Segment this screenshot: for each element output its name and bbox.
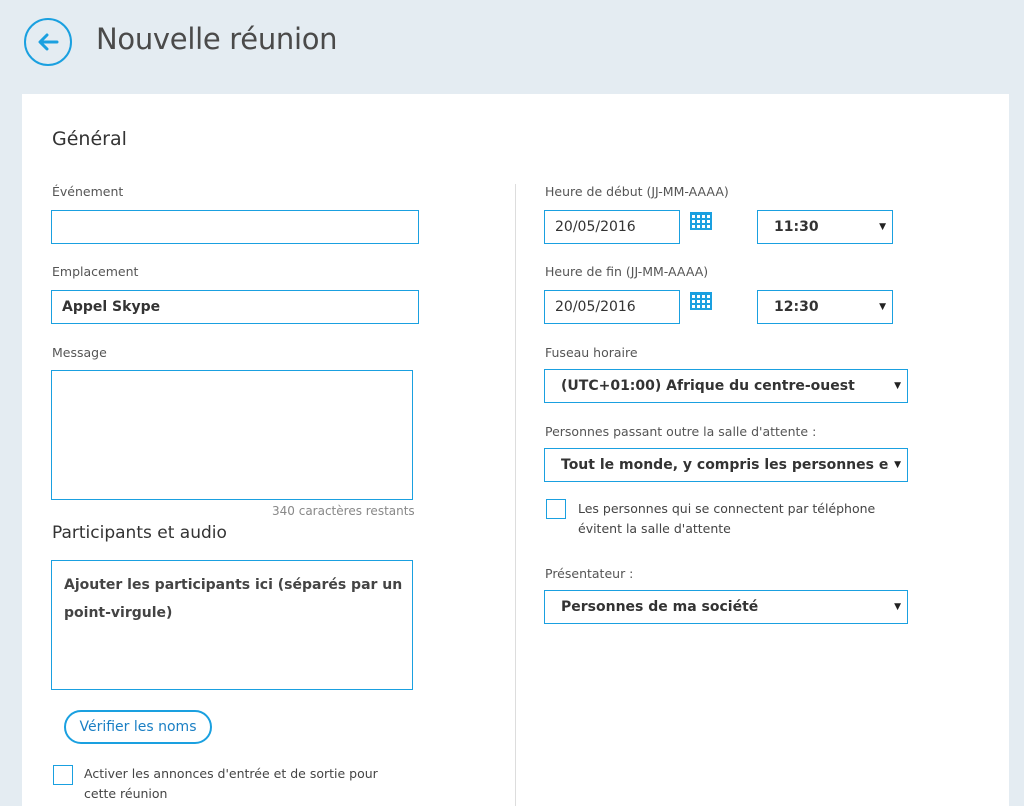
end-time-label: Heure de fin (JJ-MM-AAAA) <box>545 264 709 279</box>
column-divider <box>515 184 516 806</box>
presenter-select[interactable]: Personnes de ma société ▼ <box>544 590 908 624</box>
section-title-participants: Participants et audio <box>52 523 227 543</box>
location-label: Emplacement <box>52 264 139 279</box>
calendar-icon[interactable] <box>690 292 712 310</box>
participants-placeholder: Ajouter les participants ici (séparés pa… <box>64 577 403 621</box>
presenter-value: Personnes de ma société <box>561 599 759 615</box>
event-label: Événement <box>52 184 124 199</box>
arrow-left-icon <box>38 33 59 51</box>
timezone-label: Fuseau horaire <box>545 345 638 360</box>
message-label: Message <box>52 345 107 360</box>
back-button[interactable] <box>24 18 72 66</box>
phone-bypass-checkbox[interactable] <box>546 499 566 519</box>
phone-bypass-label: Les personnes qui se connectent par télé… <box>578 501 876 536</box>
timezone-select[interactable]: (UTC+01:00) Afrique du centre-ouest ▼ <box>544 369 908 403</box>
end-time-select[interactable]: 12:30 ▼ <box>757 290 893 324</box>
calendar-icon[interactable] <box>690 212 712 230</box>
end-time-value: 12:30 <box>774 299 819 315</box>
location-input-value: Appel Skype <box>62 299 161 315</box>
announce-label: Activer les annonces d'entrée et de sort… <box>84 766 378 801</box>
chevron-down-icon: ▼ <box>879 222 886 232</box>
lobby-label: Personnes passant outre la salle d'atten… <box>545 424 817 439</box>
chars-remaining: 340 caractères restants <box>272 504 415 518</box>
presenter-label: Présentateur : <box>545 566 634 581</box>
section-title-general: Général <box>52 128 127 150</box>
event-input[interactable] <box>51 210 419 244</box>
page-title: Nouvelle réunion <box>96 22 338 56</box>
message-textarea[interactable] <box>51 370 413 500</box>
end-date-input[interactable]: 20/05/2016 <box>544 290 680 324</box>
start-date-input[interactable]: 20/05/2016 <box>544 210 680 244</box>
meeting-form: Général Événement Emplacement Appel Skyp… <box>22 94 1009 806</box>
end-date-value: 20/05/2016 <box>555 299 636 315</box>
start-date-value: 20/05/2016 <box>555 219 636 235</box>
lobby-select[interactable]: Tout le monde, y compris les personnes e… <box>544 448 908 482</box>
start-time-select[interactable]: 11:30 ▼ <box>757 210 893 244</box>
location-input[interactable]: Appel Skype <box>51 290 419 324</box>
start-time-label: Heure de début (JJ-MM-AAAA) <box>545 184 729 199</box>
lobby-value: Tout le monde, y compris les personnes e… <box>561 457 889 473</box>
announce-checkbox[interactable] <box>53 765 73 785</box>
chevron-down-icon: ▼ <box>894 381 901 391</box>
timezone-value: (UTC+01:00) Afrique du centre-ouest <box>561 378 855 394</box>
chevron-down-icon: ▼ <box>879 302 886 312</box>
verify-names-button[interactable]: Vérifier les noms <box>64 710 212 744</box>
chevron-down-icon: ▼ <box>894 602 901 612</box>
participants-textarea[interactable]: Ajouter les participants ici (séparés pa… <box>51 560 413 690</box>
start-time-value: 11:30 <box>774 219 819 235</box>
chevron-down-icon: ▼ <box>894 460 901 470</box>
